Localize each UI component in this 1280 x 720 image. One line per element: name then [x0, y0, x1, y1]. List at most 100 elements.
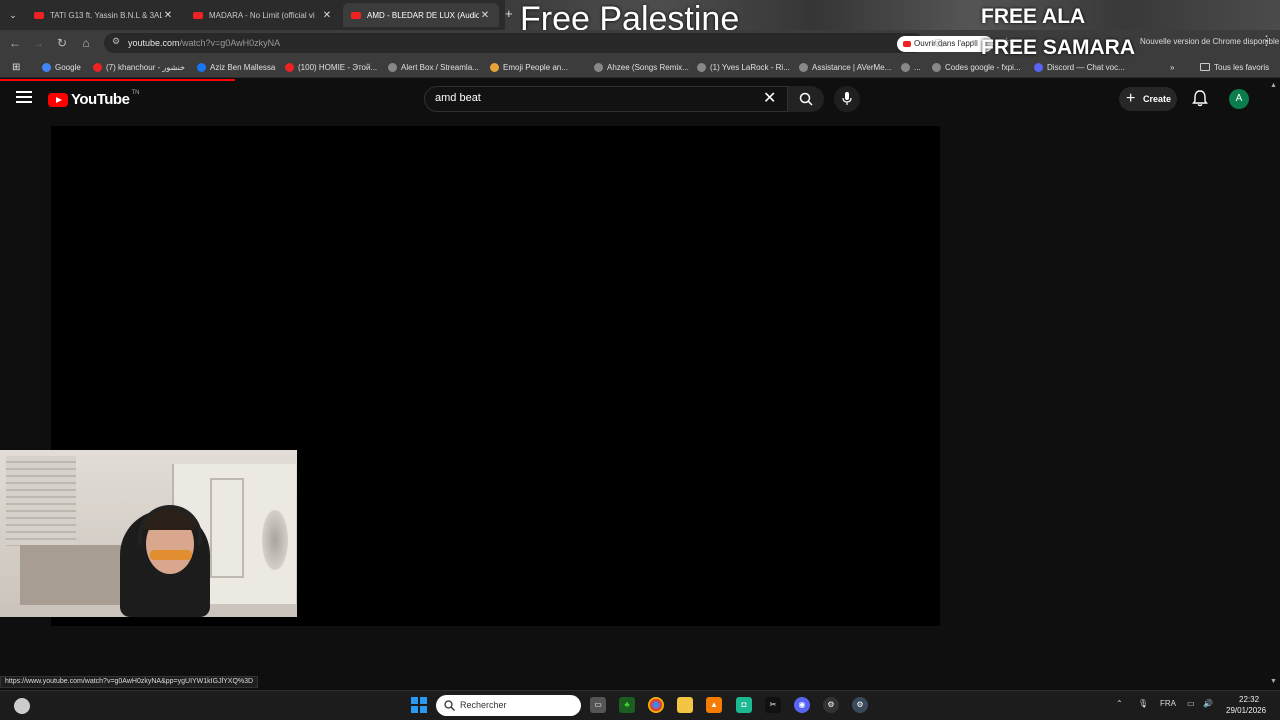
- settings-icon[interactable]: ⚙: [852, 697, 868, 713]
- folder-icon: [1200, 63, 1210, 71]
- youtube-favicon-icon: [351, 11, 361, 19]
- youtube-play-icon: [48, 92, 68, 107]
- back-icon[interactable]: ←: [6, 34, 24, 52]
- clock-date[interactable]: 29/01/2026: [1226, 706, 1266, 715]
- vlc-icon[interactable]: ▲: [706, 697, 722, 713]
- search-input[interactable]: [435, 92, 755, 104]
- bookmark-label: (7) khanchour - خنشور: [106, 62, 185, 72]
- bookmark-item[interactable]: Codes google - fxpi...: [932, 61, 1021, 73]
- bookmark-item[interactable]: Emoji People an...: [490, 61, 568, 73]
- overlay-free-samara: FREE SAMARA: [981, 36, 1136, 59]
- site-info-icon[interactable]: ⚙: [112, 36, 120, 47]
- address-bar[interactable]: ⚙ youtube.com/watch?v=g0AwH0zkyNA Ouvrir…: [104, 33, 1012, 53]
- reload-icon[interactable]: ↻: [53, 34, 71, 52]
- chrome-menu-icon[interactable]: ⋮: [1260, 33, 1273, 49]
- wardrobe-ornament: [262, 510, 288, 570]
- network-icon[interactable]: ▭: [1187, 699, 1195, 708]
- create-button[interactable]: + Create: [1119, 87, 1177, 111]
- bookmark-item[interactable]: (1) Yves LaRock - Ri...: [697, 61, 790, 73]
- steelseries-icon[interactable]: ⚙: [823, 697, 839, 713]
- orange-glasses: [150, 550, 192, 560]
- search-box[interactable]: ✕: [424, 86, 788, 112]
- bookmark-item[interactable]: Discord — Chat voc...: [1034, 61, 1125, 73]
- tab-tati-g13[interactable]: TATI G13 ft. Yassin B.N.L & 3AL ✕: [26, 3, 182, 27]
- language-indicator[interactable]: FRA: [1160, 699, 1176, 708]
- bookmark-item[interactable]: (100) HOMIE - Этой...: [285, 61, 377, 73]
- bookmark-item[interactable]: Ahzee (Songs Remix...: [594, 61, 689, 73]
- bookmark-item[interactable]: Alert Box / Streamla...: [388, 61, 479, 73]
- youtube-header: YouTube TN ✕ + Create A: [0, 79, 1280, 119]
- task-view-icon[interactable]: ▭: [590, 697, 606, 713]
- notifications-bell-icon[interactable]: [1192, 90, 1208, 112]
- url-text: youtube.com/watch?v=g0AwH0zkyNA: [128, 38, 280, 48]
- globe-icon: [901, 62, 910, 72]
- bookmark-label: Ahzee (Songs Remix...: [607, 62, 689, 72]
- globe-icon: [932, 62, 941, 72]
- forward-icon[interactable]: →: [29, 34, 47, 52]
- create-label: Create: [1143, 94, 1172, 104]
- home-icon[interactable]: ⌂: [77, 34, 95, 52]
- link-status-bubble: https://www.youtube.com/watch?v=g0AwH0zk…: [0, 676, 259, 688]
- url-host: youtube.com: [128, 38, 180, 48]
- bookmark-item[interactable]: ...: [901, 61, 921, 73]
- account-avatar[interactable]: A: [1229, 89, 1249, 109]
- widgets-icon[interactable]: [14, 698, 30, 714]
- close-tab-icon[interactable]: ✕: [479, 10, 491, 21]
- chrome-update-notice[interactable]: Nouvelle version de Chrome disponible: [1140, 37, 1279, 46]
- scroll-down-arrow-icon[interactable]: ▼: [1270, 678, 1277, 685]
- youtube-logo-text: YouTube: [71, 91, 130, 108]
- youtube-logo[interactable]: YouTube TN: [48, 90, 139, 108]
- chrome-icon[interactable]: [648, 697, 664, 713]
- close-tab-icon[interactable]: ✕: [321, 10, 333, 21]
- plus-icon: +: [1126, 90, 1136, 107]
- bookmark-item[interactable]: Google: [42, 61, 81, 73]
- tab-label: TATI G13 ft. Yassin B.N.L & 3AL: [50, 10, 162, 20]
- scroll-up-arrow-icon[interactable]: ▲: [1270, 82, 1277, 89]
- bookmark-label: Discord — Chat voc...: [1047, 62, 1125, 72]
- volume-icon[interactable]: 🔊: [1203, 699, 1213, 708]
- extensions-icon[interactable]: ⧉: [930, 34, 948, 52]
- bookmark-item[interactable]: (7) khanchour - خنشور: [93, 61, 185, 73]
- overlay-free-ala: FREE ALA: [981, 5, 1086, 28]
- clear-search-icon[interactable]: ✕: [763, 89, 776, 109]
- taskbar-search[interactable]: Rechercher: [436, 695, 581, 716]
- close-tab-icon[interactable]: ✕: [162, 10, 174, 21]
- microphone-icon: [842, 92, 852, 105]
- discord-icon[interactable]: ◉: [794, 697, 810, 713]
- razer-icon[interactable]: ♣: [619, 697, 635, 713]
- clock-time[interactable]: 22:32: [1239, 695, 1259, 704]
- discord-icon: [1034, 62, 1043, 72]
- new-tab-icon[interactable]: +: [505, 5, 519, 23]
- google-icon: [42, 62, 51, 72]
- apps-grid-icon[interactable]: ⊞: [12, 61, 20, 73]
- globe-icon: [799, 62, 808, 72]
- bookmark-item[interactable]: Assistance | AVerMe...: [799, 61, 891, 73]
- tab-amd-bledar[interactable]: AMD - BLEDAR DE LUX (Audio) ✕: [343, 3, 499, 27]
- more-bookmarks-icon[interactable]: »: [1170, 61, 1174, 73]
- start-windows-icon[interactable]: [411, 697, 427, 713]
- search-button[interactable]: [788, 86, 824, 112]
- youtube-icon: [285, 62, 294, 72]
- bookmark-item[interactable]: Aziz Ben Mallessa: [197, 61, 275, 73]
- menu-hamburger-icon[interactable]: [16, 91, 32, 105]
- webcam-overlay: [0, 450, 297, 617]
- bookmark-label: ...: [914, 62, 921, 72]
- microphone-tray-icon[interactable]: 🎙: [1138, 699, 1148, 708]
- show-hidden-icons-chevron-icon[interactable]: ⌃: [1116, 699, 1123, 708]
- tab-label: MADARA - No Limit (official vi: [209, 10, 315, 20]
- bookmark-label: Google: [55, 62, 81, 72]
- bookmark-label: Emoji People an...: [503, 62, 568, 72]
- file-explorer-icon[interactable]: [677, 697, 693, 713]
- all-bookmarks-label: Tous les favoris: [1214, 62, 1270, 72]
- tab-madara[interactable]: MADARA - No Limit (official vi ✕: [185, 3, 341, 27]
- app-icon[interactable]: ◘: [736, 697, 752, 713]
- tab-label: AMD - BLEDAR DE LUX (Audio): [367, 10, 479, 20]
- globe-icon: [388, 62, 397, 72]
- voice-search-button[interactable]: [834, 86, 860, 112]
- tab-search-chevron-icon[interactable]: ⌄: [6, 8, 20, 22]
- youtube-favicon-icon: [34, 11, 44, 19]
- bookmark-label: Alert Box / Streamla...: [401, 62, 479, 72]
- all-bookmarks[interactable]: Tous les favoris: [1200, 61, 1269, 73]
- capcut-icon[interactable]: ✂: [765, 697, 781, 713]
- search-icon: [799, 92, 813, 106]
